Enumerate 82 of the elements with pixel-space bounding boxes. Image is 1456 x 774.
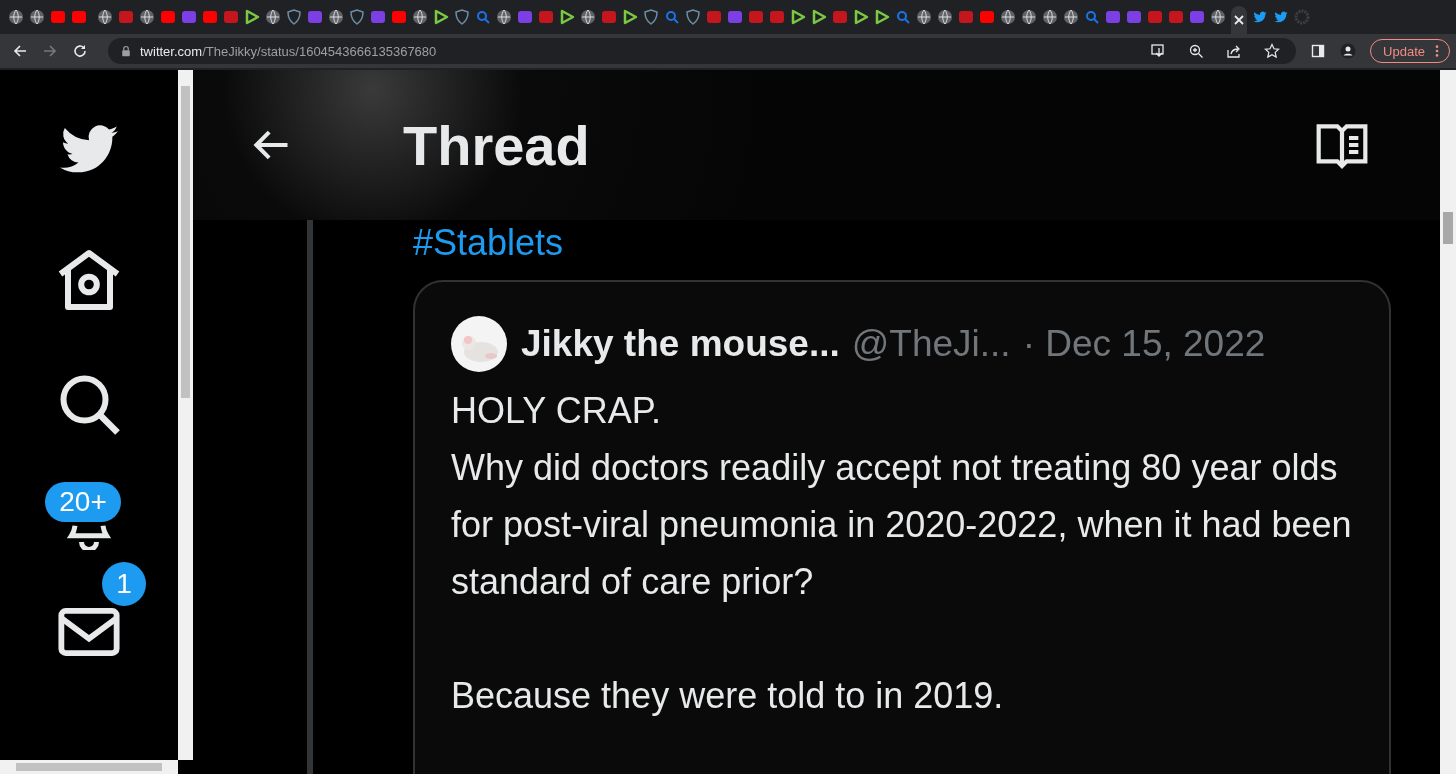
play-icon[interactable]: [811, 9, 827, 25]
notification-badge: 20+: [45, 482, 121, 522]
shield-icon[interactable]: [454, 9, 470, 25]
message-badge: 1: [102, 562, 146, 606]
play-icon[interactable]: [244, 9, 260, 25]
globe-icon[interactable]: [937, 9, 953, 25]
play-icon[interactable]: [433, 9, 449, 25]
zoom-icon[interactable]: [1188, 43, 1205, 59]
globe-icon[interactable]: [29, 9, 45, 25]
install-icon[interactable]: [1150, 43, 1167, 59]
globe-icon[interactable]: [496, 9, 512, 25]
square-icon[interactable]: [391, 9, 407, 25]
square-icon[interactable]: [958, 9, 974, 25]
square-icon[interactable]: [769, 9, 785, 25]
globe-icon[interactable]: [139, 9, 155, 25]
square-icon[interactable]: [706, 9, 722, 25]
tweet-date[interactable]: · Dec 15, 2022: [1022, 323, 1266, 365]
shield-icon[interactable]: [643, 9, 659, 25]
square-icon[interactable]: [1105, 9, 1121, 25]
globe-icon[interactable]: [1210, 9, 1226, 25]
lock-icon[interactable]: [120, 45, 132, 57]
square-icon[interactable]: [50, 9, 66, 25]
square-icon[interactable]: [727, 9, 743, 25]
play-icon[interactable]: [559, 9, 575, 25]
bird-icon[interactable]: [1273, 9, 1289, 25]
square-icon[interactable]: [979, 9, 995, 25]
square-icon[interactable]: [118, 9, 134, 25]
scrollbar[interactable]: [0, 760, 178, 774]
side-panel-icon[interactable]: [1310, 43, 1327, 59]
scrollbar[interactable]: [1440, 70, 1456, 774]
star-icon[interactable]: [1264, 43, 1281, 59]
address-bar[interactable]: twitter.com/TheJikky/status/1604543666135367680: [108, 38, 1297, 64]
author-handle[interactable]: @TheJi...: [851, 323, 1011, 365]
square-icon[interactable]: [71, 9, 87, 25]
square-icon[interactable]: [370, 9, 386, 25]
globe-icon[interactable]: [1021, 9, 1037, 25]
shield-icon[interactable]: [286, 9, 302, 25]
square-icon[interactable]: [307, 9, 323, 25]
quoted-tweet-card[interactable]: [413, 280, 1391, 774]
globe-icon[interactable]: [8, 9, 24, 25]
square-icon[interactable]: [601, 9, 617, 25]
reload-icon[interactable]: [72, 43, 88, 59]
square-icon[interactable]: [202, 9, 218, 25]
shield-icon[interactable]: [685, 9, 701, 25]
globe-icon[interactable]: [328, 9, 344, 25]
globe-icon[interactable]: [580, 9, 596, 25]
profile-icon[interactable]: [1340, 43, 1357, 59]
forward-icon[interactable]: [42, 43, 58, 59]
author-name[interactable]: Jikky the mouse...: [521, 323, 840, 365]
bird-icon[interactable]: [1252, 9, 1268, 25]
page-title: Thread: [403, 112, 590, 178]
square-icon[interactable]: [160, 9, 176, 25]
globe-icon[interactable]: [916, 9, 932, 25]
square-icon[interactable]: [1126, 9, 1142, 25]
active-tab[interactable]: [1231, 6, 1247, 34]
square-icon[interactable]: [832, 9, 848, 25]
globe-icon[interactable]: [412, 9, 428, 25]
square-icon[interactable]: [1189, 9, 1205, 25]
square-icon[interactable]: [223, 9, 239, 25]
globe-icon[interactable]: [1042, 9, 1058, 25]
square-icon[interactable]: [538, 9, 554, 25]
square-icon[interactable]: [181, 9, 197, 25]
play-icon[interactable]: [790, 9, 806, 25]
play-icon[interactable]: [853, 9, 869, 25]
back-icon[interactable]: [12, 43, 28, 59]
play-icon[interactable]: [874, 9, 890, 25]
scrollbar[interactable]: [178, 70, 193, 760]
square-icon[interactable]: [1147, 9, 1163, 25]
globe-icon[interactable]: [1000, 9, 1016, 25]
globe-icon[interactable]: [1063, 9, 1079, 25]
tweet-text: HOLY CRAP. Why did doctors readily accept not treating 80 year olds for post-viral pneumonia in 2020-2022, when it had been standard of care prior? Because they were told to in 2019.: [451, 389, 1353, 718]
shield-icon[interactable]: [349, 9, 365, 25]
square-icon[interactable]: [1168, 9, 1184, 25]
square-icon[interactable]: [748, 9, 764, 25]
share-icon[interactable]: [1226, 43, 1243, 59]
more-icon[interactable]: [1435, 44, 1439, 58]
globe-icon[interactable]: [265, 9, 281, 25]
hashtag-link[interactable]: #Stablets: [413, 222, 564, 264]
square-icon[interactable]: [517, 9, 533, 25]
play-icon[interactable]: [622, 9, 638, 25]
globe-icon[interactable]: [97, 9, 113, 25]
avatar[interactable]: [451, 316, 507, 372]
